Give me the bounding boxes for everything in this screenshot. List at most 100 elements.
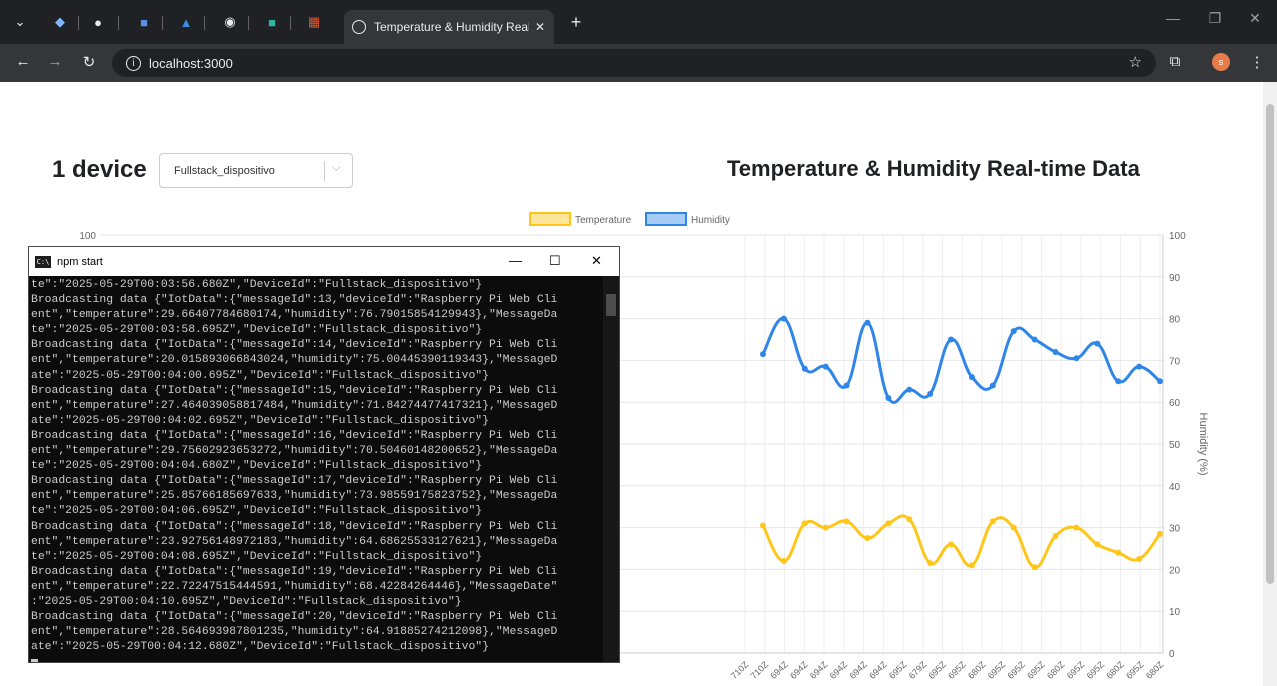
terminal-scrollbar[interactable] [603,276,619,662]
microsoft-icon[interactable]: ▦ [304,12,324,32]
terminal-line: ent","temperature":28.564693987801235,"h… [31,626,558,639]
x-tick-label: 680Z [966,659,988,681]
temperature-point [1031,564,1038,571]
close-window-icon[interactable]: ✕ [1240,10,1270,27]
humidity-point [760,351,766,358]
pinned-app-icon[interactable]: ◉ [220,12,240,32]
terminal-line: ate":"2025-05-29T00:04:02.695Z","DeviceI… [31,414,489,427]
legend-swatch [529,212,571,226]
temperature-point [1052,532,1059,539]
temperature-point [948,541,955,548]
terminal-line: Broadcasting data {"IotData":{"messageId… [31,384,558,397]
azure-icon[interactable]: ▲ [176,12,196,32]
y-tick-label: 70 [1169,356,1181,367]
avatar[interactable]: s [1212,53,1230,71]
minimize-icon[interactable]: — [509,253,522,268]
terminal-line: ent","temperature":23.92756148972183,"hu… [31,535,558,548]
terminal-line: ate":"2025-05-29T00:04:12.680Z","DeviceI… [31,641,489,654]
temperature-point [1136,555,1143,562]
device-select-value: Fullstack_dispositivo [174,164,275,177]
maximize-icon[interactable]: ☐ [549,253,561,269]
terminal-line: Broadcasting data {"IotData":{"messageId… [31,475,558,488]
new-tab-icon[interactable]: + [566,12,586,32]
terminal-window[interactable]: C:\ npm start — ☐ ✕ te":"2025-05-29T00:0… [28,246,620,663]
x-tick-label: 694Z [808,659,830,681]
terminal-line: ent","temperature":25.85766185697633,"hu… [31,490,558,503]
url-text: localhost:3000 [149,55,233,71]
x-tick-label: 695Z [946,659,968,681]
terminal-line: ent","temperature":20.015893066843024,"h… [31,354,558,367]
address-bar[interactable]: i localhost:3000 ☆ [112,49,1156,77]
tab-separator [118,16,119,30]
pinned-app-icon[interactable]: ■ [262,12,282,32]
chevron-down-icon[interactable]: ⌵ [332,162,340,175]
x-tick-label: 695Z [926,659,948,681]
page-scrollbar[interactable] [1263,82,1277,686]
humidity-point [885,395,892,402]
y-tick-label: 100 [79,231,96,242]
restore-icon[interactable]: ❐ [1200,10,1230,27]
terminal-line: ent","temperature":27.464039058817484,"h… [31,399,558,412]
browser-frame: ⌄ ◆ ● ■ ▲ ◉ ■ ▦ Temperature & Humidity R… [0,0,1277,82]
device-select[interactable]: Fullstack_dispositivo ⌵ [159,153,353,188]
pinned-app-icon[interactable]: ◆ [50,12,70,32]
tab-active[interactable]: Temperature & Humidity Real-t ✕ [344,10,554,44]
forward-icon[interactable]: → [44,53,66,70]
humidity-point [1010,328,1017,335]
y-tick-label: 0 [1169,649,1175,660]
tab-title: Temperature & Humidity Real-t [374,20,529,34]
humidity-point [948,336,955,343]
toolbar: ← → ↻ i localhost:3000 ☆ ⧉ ⋮ [0,44,1277,82]
temperature-point [1115,549,1122,556]
humidity-point [1073,355,1080,362]
minimize-icon[interactable]: — [1158,10,1188,26]
x-tick-label: 695Z [986,659,1008,681]
tab-separator [204,16,205,30]
temperature-point [989,518,996,525]
device-count-heading: 1 device [52,156,147,183]
temperature-point [906,516,913,523]
tab-separator [78,16,79,30]
terminal-output[interactable]: te":"2025-05-29T00:03:56.680Z","DeviceId… [31,278,603,658]
humidity-point [927,390,934,397]
terminal-line: te":"2025-05-29T00:04:06.695Z","DeviceId… [31,505,483,518]
terminal-line: :"2025-05-29T00:04:10.695Z","DeviceId":"… [31,595,462,608]
temperature-point [760,522,766,529]
terminal-cursor [31,659,38,662]
close-tab-icon[interactable]: ✕ [535,20,545,34]
github-icon[interactable]: ● [88,12,108,32]
tab-separator [248,16,249,30]
temperature-point [801,520,808,527]
pinned-app-icon[interactable]: ■ [134,12,154,32]
temperature-point [968,562,975,569]
tab-search-icon[interactable]: ⌄ [10,12,30,32]
menu-icon[interactable]: ⋮ [1246,53,1268,71]
terminal-titlebar[interactable]: C:\ npm start — ☐ ✕ [29,247,619,276]
x-tick-label: 695Z [1065,659,1087,681]
x-tick-label: 710Z [729,659,751,681]
temperature-point [822,524,829,531]
humidity-point [1115,378,1122,385]
back-icon[interactable]: ← [12,53,34,70]
humidity-point [1052,349,1059,356]
x-tick-label: 694Z [788,659,810,681]
x-tick-label: 695Z [1124,659,1146,681]
x-tick-label: 710Z [749,659,771,681]
y-tick-label: 60 [1169,398,1181,409]
reload-icon[interactable]: ↻ [78,53,100,71]
scrollbar-thumb[interactable] [1266,104,1274,584]
y-tick-label: 100 [1169,231,1186,242]
scrollbar-thumb[interactable] [606,294,616,316]
legend-label: Humidity [691,215,730,226]
info-icon[interactable]: i [126,55,141,71]
globe-icon [352,20,366,34]
select-divider [324,161,325,181]
terminal-line: Broadcasting data {"IotData":{"messageId… [31,611,558,624]
x-tick-label: 694Z [828,659,850,681]
bookmark-star-icon[interactable]: ☆ [1129,53,1142,71]
extensions-icon[interactable]: ⧉ [1164,53,1186,70]
temperature-point [1157,530,1163,537]
terminal-line: ate":"2025-05-29T00:04:00.695Z","DeviceI… [31,369,489,382]
temperature-point [1010,524,1017,531]
close-icon[interactable]: ✕ [591,253,602,269]
